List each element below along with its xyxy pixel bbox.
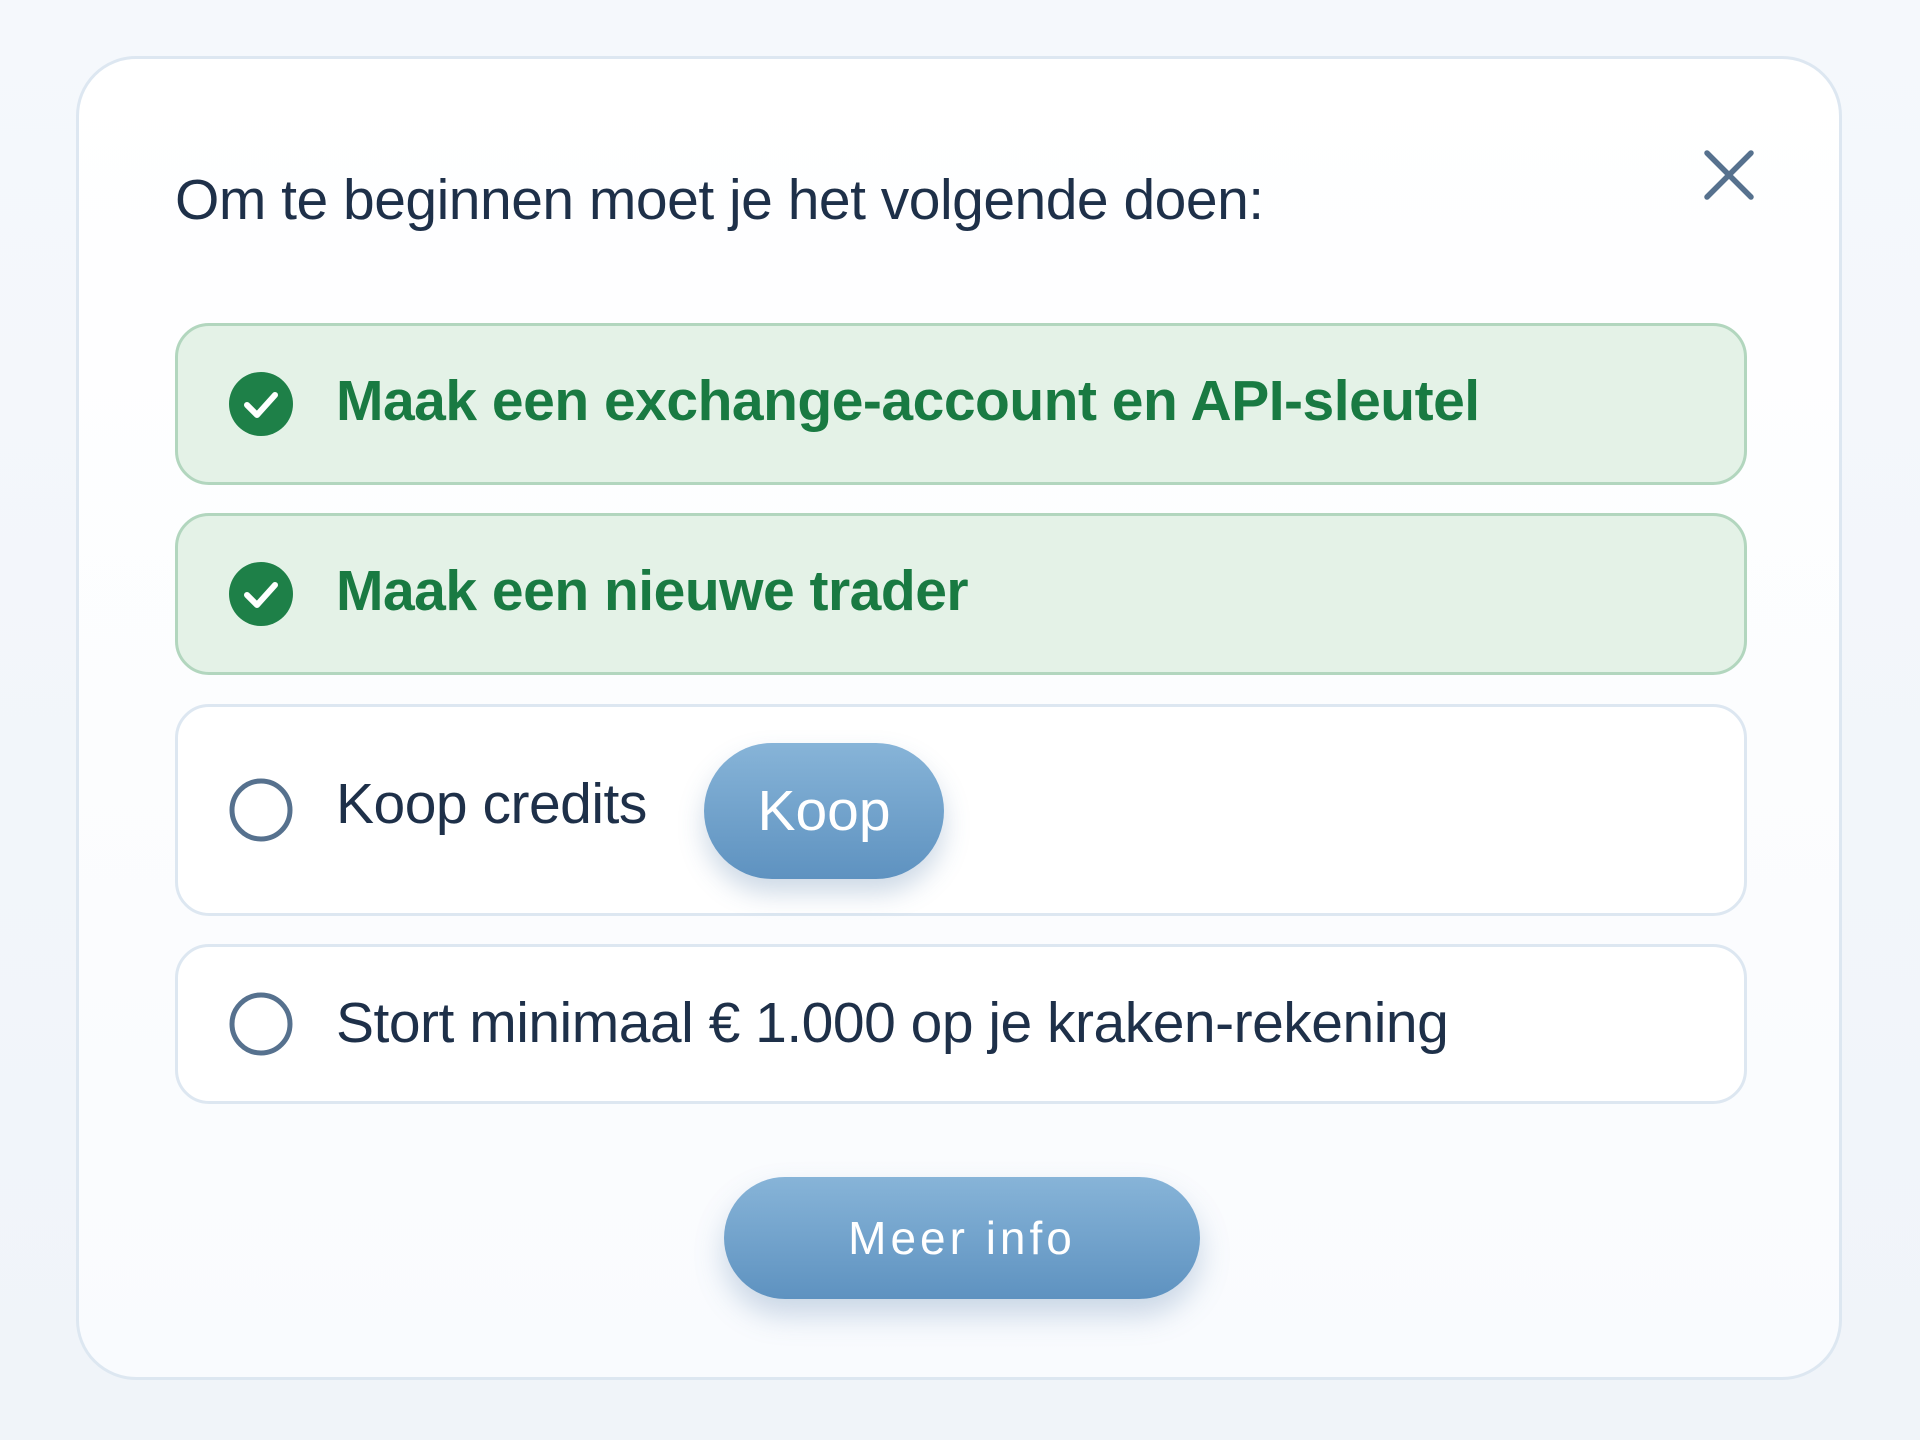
step-label: Maak een nieuwe trader (336, 559, 969, 623)
more-info-button[interactable]: Meer info (724, 1177, 1200, 1299)
step-buy-credits: Koop credits Koop (175, 704, 1747, 916)
step-label: Stort minimaal € 1.000 op je kraken-reke… (336, 991, 1449, 1055)
onboarding-dialog: Om te beginnen moet je het volgende doen… (76, 56, 1842, 1380)
step-label: Maak een exchange-account en API-sleutel (336, 369, 1480, 433)
buy-credits-button[interactable]: Koop (704, 743, 944, 879)
step-label: Koop credits (336, 772, 647, 836)
empty-circle-icon (229, 778, 293, 842)
empty-circle-icon (229, 992, 293, 1056)
check-circle-icon (229, 372, 293, 436)
step-deposit-funds: Stort minimaal € 1.000 op je kraken-reke… (175, 944, 1747, 1104)
dialog-title: Om te beginnen moet je het volgende doen… (175, 168, 1264, 232)
close-button[interactable] (1691, 137, 1767, 213)
check-circle-icon (229, 562, 293, 626)
step-create-trader: Maak een nieuwe trader (175, 513, 1747, 675)
close-icon (1704, 150, 1754, 200)
step-create-exchange-account: Maak een exchange-account en API-sleutel (175, 323, 1747, 485)
